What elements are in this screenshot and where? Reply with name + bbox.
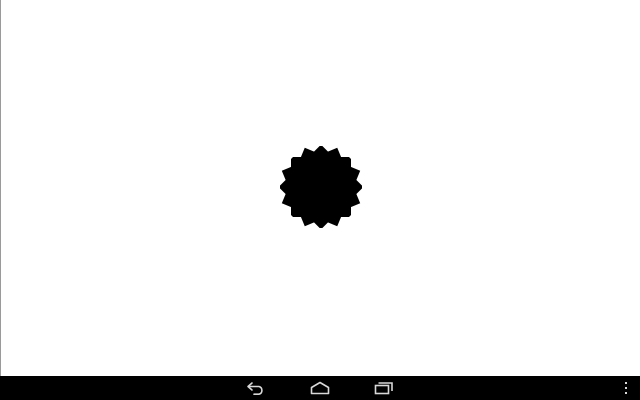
recent-apps-button[interactable] [364,376,404,400]
overflow-menu-icon [625,382,627,394]
back-button[interactable] [236,376,276,400]
recent-apps-icon [374,382,393,395]
home-icon [310,381,330,395]
system-navigation-bar [0,376,640,400]
app-canvas[interactable] [0,0,640,376]
black-badge-shape[interactable] [277,143,365,231]
home-button[interactable] [300,376,340,400]
back-arrow-icon [247,382,263,395]
overflow-menu-button[interactable] [616,376,636,400]
device-screen [0,0,640,400]
